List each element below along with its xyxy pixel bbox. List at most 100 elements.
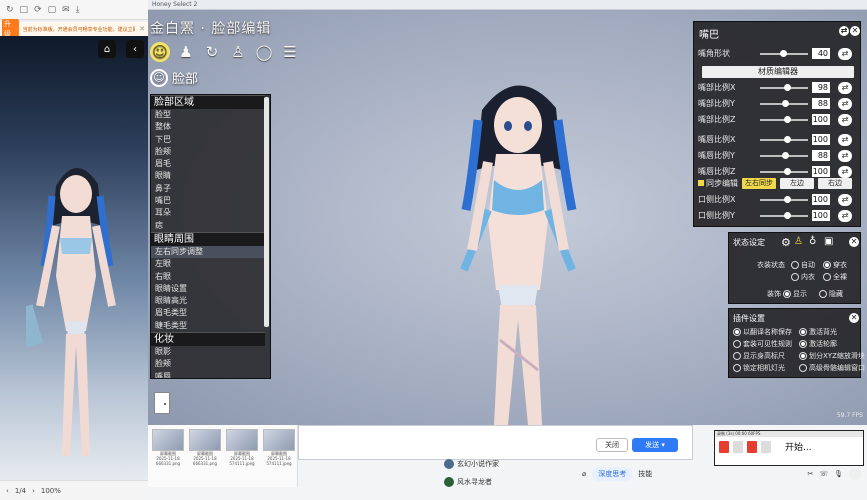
chat-contact[interactable]: 风水寻龙者 xyxy=(444,477,492,487)
download-icon[interactable]: ⤓ xyxy=(76,5,80,15)
radio-dot[interactable] xyxy=(733,328,741,336)
value-slider[interactable]: 嘴部比例Z 100 ⇄ xyxy=(698,114,858,126)
plugin-option[interactable]: 锁定相机灯光 xyxy=(733,363,785,373)
slider-knob[interactable] xyxy=(784,136,791,143)
slider-track[interactable] xyxy=(760,136,808,143)
radio-dot[interactable] xyxy=(733,352,741,360)
clothes-category-icon[interactable]: ♙ xyxy=(228,42,248,62)
radio-dot[interactable] xyxy=(791,261,799,269)
phone-icon[interactable]: ☏ xyxy=(819,470,828,478)
radio-dot[interactable] xyxy=(799,364,807,372)
close-icon[interactable]: ✕ xyxy=(849,313,859,323)
accessory-category-icon[interactable]: ◯ xyxy=(254,42,274,62)
slider-knob[interactable] xyxy=(784,168,791,175)
list-item[interactable]: 脸颊 xyxy=(151,146,265,158)
skill-button[interactable]: 技能 xyxy=(638,469,652,479)
slider-knob[interactable] xyxy=(780,50,787,57)
value-slider[interactable]: 口侧比例Y 100 ⇄ xyxy=(698,210,858,222)
file-thumbnail[interactable]: 屏幕截图 2025-11-18 574111.jpeg xyxy=(263,429,295,467)
plugin-option[interactable]: 划分XYZ缩放滑块 xyxy=(799,351,865,361)
reset-icon[interactable]: ⇄ xyxy=(838,98,852,110)
accessory-show-radio[interactable]: 显示 xyxy=(783,289,807,299)
next-page-icon[interactable]: › xyxy=(32,487,35,495)
value-slider[interactable]: 口侧比例X 100 ⇄ xyxy=(698,194,858,206)
swap-icon[interactable]: ⇄ xyxy=(839,26,849,36)
body-category-icon[interactable]: ♟ xyxy=(176,42,196,62)
slider-knob[interactable] xyxy=(784,84,791,91)
mail-icon[interactable]: ✉ xyxy=(62,5,70,15)
send-button[interactable]: 发送 ▾ xyxy=(632,438,678,452)
clothes-auto-radio[interactable]: 自动 xyxy=(791,260,815,270)
reset-icon[interactable]: ⇄ xyxy=(838,82,852,94)
deep-think-button[interactable]: 深度思考 xyxy=(592,467,633,481)
radio-dot[interactable] xyxy=(799,340,807,348)
list-category-icon[interactable]: ☰ xyxy=(280,42,300,62)
back-button[interactable]: ‹ xyxy=(126,40,144,58)
slider-value[interactable]: 100 xyxy=(812,134,830,145)
list-item[interactable]: 左眼 xyxy=(151,258,265,270)
slider-track[interactable] xyxy=(760,100,808,107)
face-category-icon[interactable]: ☺ xyxy=(150,42,170,62)
rotate-icon[interactable]: ⟳ xyxy=(34,5,42,15)
close-icon[interactable]: ✕ xyxy=(849,237,859,247)
list-item[interactable]: 嘴巴 xyxy=(151,195,265,207)
list-scrollbar[interactable] xyxy=(264,97,269,327)
reset-icon[interactable]: ⇄ xyxy=(838,114,852,126)
close-button[interactable]: 关闭 xyxy=(596,438,628,452)
attach-icon[interactable]: ⌀ xyxy=(582,470,586,478)
slider-value[interactable]: 100 xyxy=(812,166,830,177)
list-item[interactable]: 脸型 xyxy=(151,109,265,121)
list-item[interactable]: 眼睛高光 xyxy=(151,295,265,307)
stop-button[interactable] xyxy=(747,440,757,453)
radio-dot[interactable] xyxy=(823,273,831,281)
slider-track[interactable] xyxy=(760,168,808,175)
list-item[interactable]: 整体 xyxy=(151,121,265,133)
home-button[interactable]: ⌂ xyxy=(98,40,116,58)
list-item[interactable]: 右眼 xyxy=(151,271,265,283)
radio-dot[interactable] xyxy=(783,290,791,298)
slider-value[interactable]: 40 xyxy=(812,48,830,59)
slider-track[interactable] xyxy=(760,50,808,57)
radio-dot[interactable] xyxy=(799,352,807,360)
accessory-hide-radio[interactable]: 隐藏 xyxy=(819,289,843,299)
list-item[interactable]: 睫毛类型 xyxy=(151,320,265,332)
prev-page-icon[interactable]: ‹ xyxy=(6,487,9,495)
slider-value[interactable]: 98 xyxy=(812,82,830,93)
list-item[interactable]: 鼻子 xyxy=(151,183,265,195)
zoom-level[interactable]: 100% xyxy=(41,487,61,495)
record-button[interactable] xyxy=(719,440,729,453)
slider-knob[interactable] xyxy=(784,116,791,123)
list-item[interactable]: 眼睛 xyxy=(151,170,265,182)
file-thumbnail[interactable]: 屏幕截图 2025-11-18 666331.png xyxy=(189,429,221,467)
slider-knob[interactable] xyxy=(784,212,791,219)
clothes-nude-radio[interactable]: 全裸 xyxy=(823,272,847,282)
slider-track[interactable] xyxy=(760,84,808,91)
reset-icon[interactable]: ⇄ xyxy=(838,150,852,162)
value-slider[interactable]: 嘴唇比例Z 100 ⇄ xyxy=(698,166,858,178)
radio-dot[interactable] xyxy=(819,290,827,298)
slider-value[interactable]: 100 xyxy=(812,194,830,205)
file-thumbnail[interactable]: 屏幕截图 2025-11-18 574111.jpeg xyxy=(226,429,258,467)
plugin-option[interactable]: 套装可见性规则 xyxy=(733,339,792,349)
close-icon[interactable]: ✕ xyxy=(850,26,860,36)
list-item[interactable]: 嘴唇 xyxy=(151,371,265,378)
reset-icon[interactable]: ⇄ xyxy=(838,210,852,222)
mic-icon[interactable]: 🎙 xyxy=(834,470,843,478)
gear-icon[interactable]: ⚙ xyxy=(781,236,791,249)
list-item[interactable]: 眼影 xyxy=(151,346,265,358)
slider-knob[interactable] xyxy=(782,100,789,107)
image-icon[interactable]: ▣ xyxy=(824,236,833,247)
list-item[interactable]: 脸颊 xyxy=(151,358,265,370)
close-icon[interactable]: ✕ xyxy=(139,25,145,33)
sync-left-button[interactable]: 左边 xyxy=(780,178,814,189)
radio-dot[interactable] xyxy=(733,364,741,372)
slider-value[interactable]: 88 xyxy=(812,98,830,109)
file-thumbnail[interactable]: 屏幕截图 2025-11-18 666331.png xyxy=(152,429,184,467)
exit-door-icon[interactable] xyxy=(154,392,170,414)
list-item[interactable]: 眉毛 xyxy=(151,158,265,170)
slider-value[interactable]: 88 xyxy=(812,150,830,161)
game-viewport[interactable]: Honey Select 2 金白罴 · 脸部编辑 ☺ ♟ ↻ ♙ ◯ ☰ ☺ … xyxy=(148,0,867,425)
frame-icon[interactable]: ▢ xyxy=(48,5,57,15)
window-icon[interactable]: □ xyxy=(20,5,29,15)
plugin-option[interactable]: 高级骨骼编辑窗口 xyxy=(799,363,865,373)
